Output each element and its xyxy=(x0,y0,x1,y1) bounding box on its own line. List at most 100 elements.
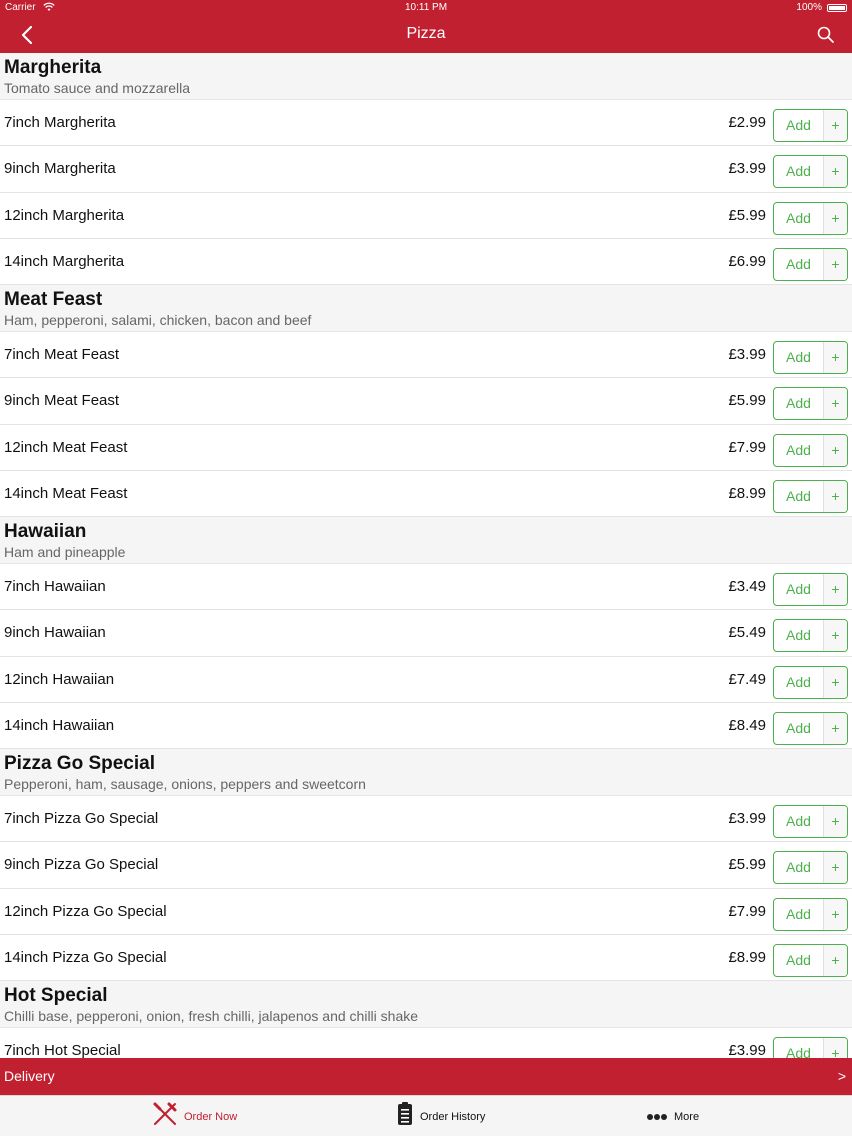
plus-icon: + xyxy=(823,852,847,884)
item-name: 12inch Meat Feast xyxy=(4,438,128,456)
item-price: £5.99 xyxy=(728,856,766,874)
tab-order-now[interactable]: Order Now xyxy=(152,1096,237,1136)
item-name: 7inch Hot Special xyxy=(4,1042,121,1058)
add-button[interactable]: Add + xyxy=(773,341,848,374)
add-button[interactable]: Add + xyxy=(773,1037,848,1058)
section-header: Hot Special Chilli base, pepperoni, onion… xyxy=(0,981,852,1028)
item-price: £6.99 xyxy=(728,252,766,270)
menu-item-row[interactable]: 9inch Margherita £3.99 Add + xyxy=(0,146,852,193)
page-title: Pizza xyxy=(406,25,446,42)
add-button-label: Add xyxy=(786,255,811,272)
plus-icon: + xyxy=(823,156,847,188)
battery-percent: 100% xyxy=(796,2,822,13)
item-price: £7.49 xyxy=(728,670,766,688)
add-button-label: Add xyxy=(786,859,811,876)
status-time: 10:11 PM xyxy=(404,2,448,13)
delivery-label: Delivery xyxy=(4,1068,55,1084)
menu-item-row[interactable]: 9inch Hawaiian £5.49 Add + xyxy=(0,610,852,657)
menu-list[interactable]: Margherita Tomato sauce and mozzarella 7in… xyxy=(0,53,852,1058)
menu-item-row[interactable]: 12inch Pizza Go Special £7.99 Add + xyxy=(0,889,852,935)
menu-item-row[interactable]: 9inch Pizza Go Special £5.99 Add + xyxy=(0,842,852,889)
plus-icon: + xyxy=(823,806,847,837)
item-price: £7.99 xyxy=(728,902,766,920)
section-header: Hawaiian Ham and pineapple xyxy=(0,517,852,564)
section-description: Chilli base, pepperoni, onion, fresh chi… xyxy=(4,1008,419,1024)
battery-icon xyxy=(827,4,847,12)
menu-item-row[interactable]: 12inch Margherita £5.99 Add + xyxy=(0,193,852,239)
add-button[interactable]: Add + xyxy=(773,897,848,931)
plus-icon: + xyxy=(823,574,847,605)
section-header: Meat Feast Ham, pepperoni, salami, chicke… xyxy=(0,285,852,332)
plus-icon: + xyxy=(823,202,847,234)
add-button-label: Add xyxy=(786,673,811,690)
menu-item-row[interactable]: 12inch Hawaiian £7.49 Add + xyxy=(0,657,852,703)
item-price: £3.49 xyxy=(728,578,766,595)
add-button-label: Add xyxy=(786,117,811,133)
plus-icon: + xyxy=(823,620,847,652)
menu-item-row[interactable]: 12inch Meat Feast £7.99 Add + xyxy=(0,425,852,471)
menu-item-row[interactable]: 7inch Margherita £2.99 Add + xyxy=(0,100,852,147)
add-button[interactable]: Add + xyxy=(773,155,848,189)
add-button[interactable]: Add + xyxy=(773,433,848,467)
add-button[interactable]: Add + xyxy=(773,943,848,977)
status-bar: Carrier 10:11 PM 100% xyxy=(0,0,852,17)
nav-bar: Pizza xyxy=(0,17,852,53)
tab-order-now-label: Order Now xyxy=(184,1110,238,1123)
section-header: Margherita Tomato sauce and mozzarella xyxy=(0,53,852,100)
add-button-label: Add xyxy=(786,905,811,922)
add-button-label: Add xyxy=(786,349,811,365)
menu-item-row[interactable]: 7inch Meat Feast £3.99 Add + xyxy=(0,332,852,379)
add-button[interactable]: Add + xyxy=(773,109,848,142)
plus-icon: + xyxy=(823,480,847,512)
tab-order-history-label: Order History xyxy=(420,1110,486,1123)
menu-item-row[interactable]: 14inch Margherita £6.99 Add + xyxy=(0,239,852,285)
item-price: £2.99 xyxy=(728,114,766,131)
add-button[interactable]: Add + xyxy=(773,387,848,421)
delivery-bar[interactable]: Delivery > xyxy=(0,1058,852,1095)
plus-icon: + xyxy=(823,712,847,744)
item-name: 12inch Pizza Go Special xyxy=(4,902,167,920)
add-button[interactable]: Add + xyxy=(773,851,848,885)
item-name: 14inch Hawaiian xyxy=(4,716,115,734)
add-button-label: Add xyxy=(786,209,811,226)
add-button[interactable]: Add + xyxy=(773,247,848,281)
add-button[interactable]: Add + xyxy=(773,665,848,699)
ellipsis-icon xyxy=(646,1108,668,1126)
item-name: 12inch Margherita xyxy=(4,206,125,224)
plus-icon: + xyxy=(823,110,847,141)
add-button-label: Add xyxy=(786,813,811,829)
section-title: Hot Special xyxy=(4,985,108,1006)
menu-item-row[interactable]: 14inch Pizza Go Special £8.99 Add + xyxy=(0,935,852,981)
tab-order-history[interactable]: Order History xyxy=(396,1096,485,1136)
menu-item-row[interactable]: 9inch Meat Feast £5.99 Add + xyxy=(0,378,852,425)
section-description: Pepperoni, ham, sausage, onions, peppers… xyxy=(4,776,366,792)
item-name: 9inch Margherita xyxy=(4,160,116,178)
menu-item-row[interactable]: 14inch Hawaiian £8.49 Add + xyxy=(0,703,852,749)
tab-more[interactable]: More xyxy=(646,1096,699,1136)
clipboard-icon xyxy=(396,1101,414,1132)
item-price: £3.99 xyxy=(728,346,766,363)
add-button[interactable]: Add + xyxy=(773,479,848,513)
menu-item-row[interactable]: 7inch Hot Special £3.99 Add + xyxy=(0,1028,852,1058)
item-price: £8.99 xyxy=(728,484,766,502)
item-name: 14inch Pizza Go Special xyxy=(4,948,167,966)
section-title: Pizza Go Special xyxy=(4,753,155,774)
add-button[interactable]: Add + xyxy=(773,573,848,606)
item-name: 12inch Hawaiian xyxy=(4,670,115,688)
add-button[interactable]: Add + xyxy=(773,711,848,745)
add-button-label: Add xyxy=(786,163,811,180)
add-button[interactable]: Add + xyxy=(773,619,848,653)
item-price: £7.99 xyxy=(728,438,766,456)
item-name: 7inch Hawaiian xyxy=(4,578,106,595)
plus-icon: + xyxy=(823,434,847,466)
item-name: 7inch Margherita xyxy=(4,114,116,131)
fork-knife-icon xyxy=(152,1101,178,1132)
search-icon[interactable] xyxy=(816,25,836,45)
add-button[interactable]: Add + xyxy=(773,201,848,235)
menu-item-row[interactable]: 7inch Hawaiian £3.49 Add + xyxy=(0,564,852,611)
item-name: 7inch Meat Feast xyxy=(4,346,120,363)
plus-icon: + xyxy=(823,248,847,280)
menu-item-row[interactable]: 7inch Pizza Go Special £3.99 Add + xyxy=(0,796,852,843)
menu-item-row[interactable]: 14inch Meat Feast £8.99 Add + xyxy=(0,471,852,517)
add-button[interactable]: Add + xyxy=(773,805,848,838)
